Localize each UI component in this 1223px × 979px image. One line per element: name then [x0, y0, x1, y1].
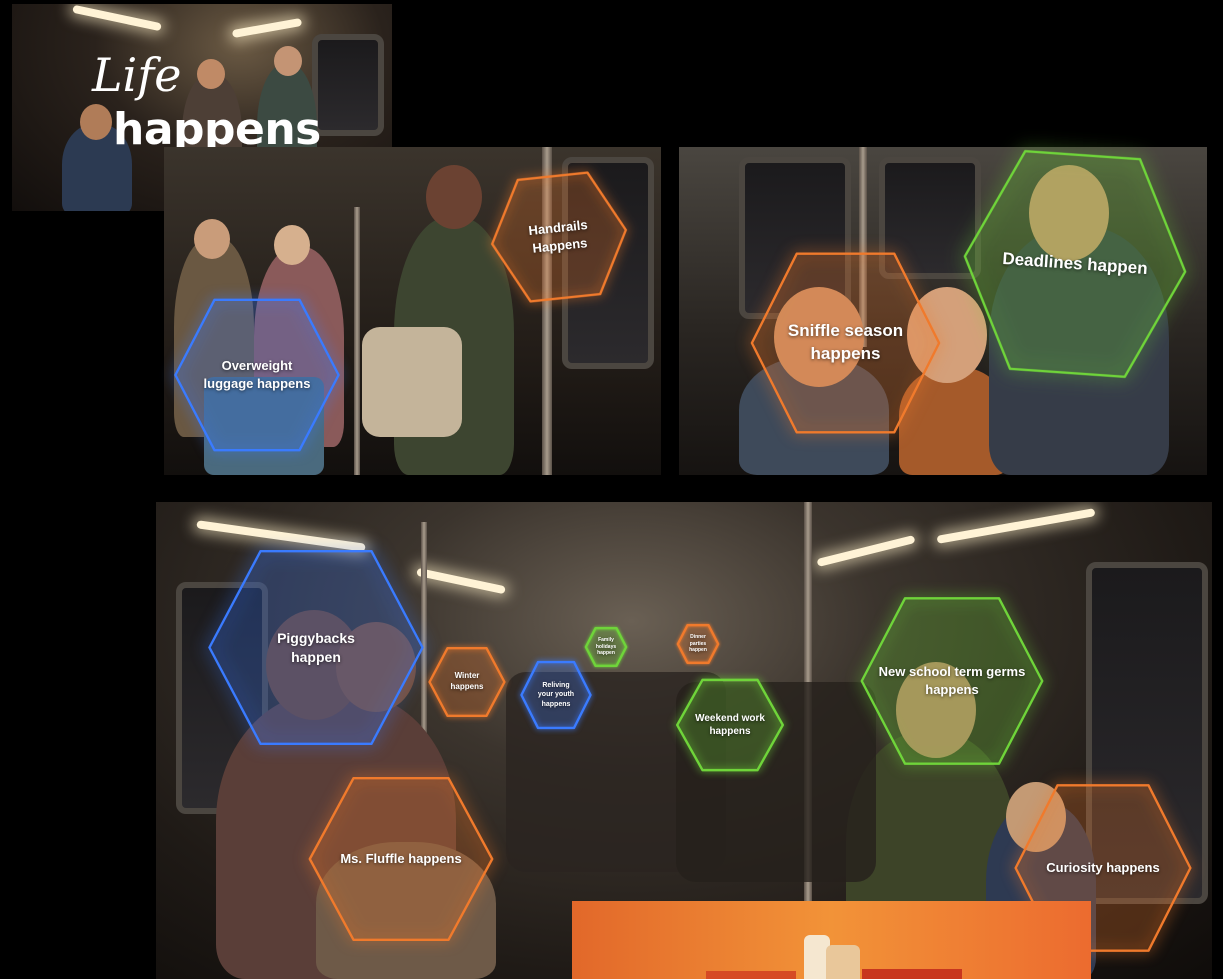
window — [312, 34, 384, 136]
product-box — [862, 969, 962, 979]
hexagon-label: Ms. Fluffle happens — [340, 851, 462, 867]
hexagon-label: Piggybacks happen — [277, 629, 355, 665]
hexagon-label: Sniffle season happens — [787, 321, 904, 363]
hexagon-callout-family-holidays-happen: Family holidays happen — [585, 627, 627, 667]
product-box — [706, 971, 796, 979]
hexagon-callout-dinner-parties-happen: Dinner parties happen — [677, 624, 719, 664]
passenger-head — [80, 104, 112, 140]
passenger-head — [274, 225, 310, 265]
title-script: Life — [92, 48, 182, 102]
hexagon-callout-ms-fluffle-happens: Ms. Fluffle happens — [306, 773, 496, 945]
hexagon-label: Curiosity happens — [1046, 860, 1160, 876]
promo-banner — [572, 901, 1091, 979]
hexagon-callout-sniffle-season-happens: Sniffle season happens — [748, 248, 943, 438]
hexagon-label: Winter happens — [450, 671, 484, 691]
passenger-head — [197, 59, 225, 89]
hexagon-label: Dinner parties happen — [689, 633, 707, 654]
woman-head — [426, 165, 482, 229]
hexagon-callout-weekend-work-happens: Weekend work happens — [675, 677, 785, 773]
hexagon-callout-overweight-luggage-happens: Overweight luggage happens — [172, 295, 342, 455]
product-bottle — [826, 945, 860, 979]
hexagon-label: New school term germs happens — [878, 664, 1026, 697]
hexagon-callout-deadlines-happen: Deadlines happen — [952, 140, 1198, 387]
hexagon-label: Family holidays happen — [595, 636, 617, 657]
passenger-head — [194, 219, 230, 259]
hexagon-label: Overweight luggage happens — [203, 358, 311, 391]
hexagon-label: Reliving your youth happens — [537, 681, 575, 708]
hexagon-callout-handrails-happens: Handrails Happens — [483, 165, 636, 309]
hexagon-label: Weekend work happens — [695, 712, 765, 738]
hexagon-callout-winter-happens: Winter happens — [428, 646, 506, 718]
passenger-head — [274, 46, 302, 76]
hexagon-callout-piggybacks-happen: Piggybacks happen — [205, 545, 427, 750]
tote-bag — [362, 327, 462, 437]
handrail-pole — [354, 207, 360, 475]
hexagon-callout-reliving-your-youth-happens: Reliving your youth happens — [520, 660, 592, 730]
hexagon-callout-new-school-term-germs-happens: New school term germs happens — [858, 593, 1046, 769]
